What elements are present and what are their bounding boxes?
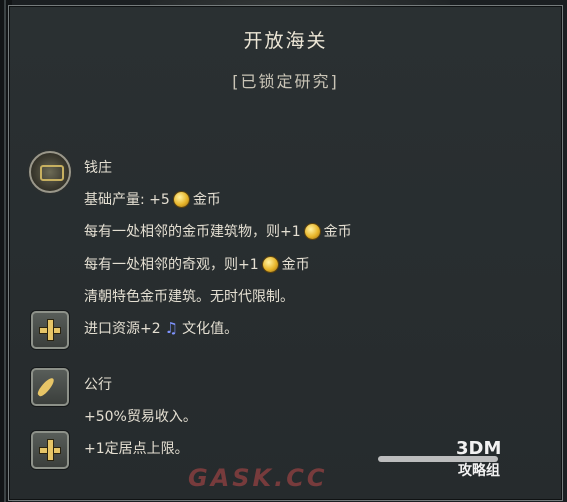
locked-status: [已锁定研究] — [232, 72, 339, 91]
adjacency-wonder-text: 每有一处相邻的奇观，则+1 — [84, 257, 259, 273]
site-watermark: GASK.CC — [188, 464, 328, 492]
import-bonus-line: 进口资源+2 ♫ 文化值。 — [84, 318, 238, 338]
plus-icon — [31, 431, 69, 469]
building-name-bank: 钱庄 — [84, 160, 112, 176]
edge-line — [4, 0, 6, 502]
culture-note-icon: ♫ — [164, 319, 179, 337]
adjacency-wonder-line: 每有一处相邻的奇观，则+1 金币 — [84, 254, 310, 274]
gold-label: 金币 — [281, 257, 310, 273]
gold-coin-icon — [262, 257, 278, 272]
tooltip-panel: 开放海关 [已锁定研究] 钱庄 基础产量: +5 金币 每有一处相邻的金币建筑物，… — [8, 5, 563, 501]
trade-bonus-line: +50%贸易收入。 — [84, 409, 197, 425]
brand-watermark: 3DM 攻略组 — [378, 438, 556, 488]
gold-label: 金币 — [192, 192, 221, 208]
gold-coin-icon — [304, 224, 320, 239]
gold-label: 金币 — [323, 224, 352, 240]
base-yield-text: 基础产量: +5 — [84, 192, 170, 208]
culture-label: 文化值。 — [182, 321, 239, 337]
brand-top: 3DM — [456, 438, 502, 459]
building-name-trading-house: 公行 — [84, 377, 112, 393]
base-yield-line: 基础产量: +5 金币 — [84, 189, 221, 209]
plus-icon — [31, 311, 69, 349]
brand-bottom: 攻略组 — [458, 463, 500, 479]
gold-coin-icon — [173, 192, 189, 207]
tooltip-title: 开放海关 — [243, 30, 328, 52]
feather-icon — [31, 368, 69, 406]
settlement-bonus-line: +1定居点上限。 — [84, 441, 189, 457]
adjacency-gold-line: 每有一处相邻的金币建筑物，则+1 金币 — [84, 221, 352, 241]
import-bonus-text: 进口资源+2 — [84, 321, 161, 337]
bank-icon — [29, 151, 71, 193]
adjacency-gold-text: 每有一处相邻的金币建筑物，则+1 — [84, 224, 301, 240]
bank-description: 清朝特色金币建筑。无时代限制。 — [84, 289, 294, 305]
